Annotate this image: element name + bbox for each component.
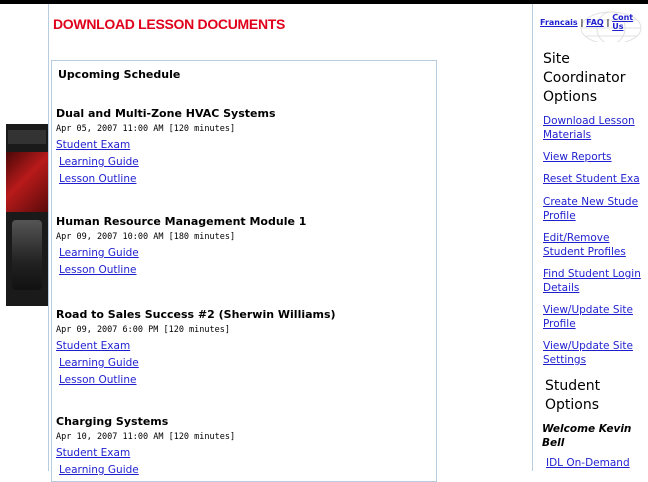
view-reports-link[interactable]: View Reports [543,150,648,164]
contact-us-link[interactable]: Cont Us [612,13,633,31]
right-divider [532,4,533,471]
course-item: Dual and Multi-Zone HVAC Systems Apr 05,… [56,107,436,188]
course-item: Human Resource Management Module 1 Apr 0… [56,215,436,279]
right-sidebar: Francais | FAQ | Cont Us Site Coordinator… [536,4,648,471]
download-lesson-materials-link[interactable]: Download Lesson Materials [543,114,648,142]
faq-link[interactable]: FAQ [586,18,604,27]
francais-link[interactable]: Francais [540,18,578,27]
separator: | [606,18,610,27]
course-title: Dual and Multi-Zone HVAC Systems [56,107,276,120]
view-update-site-settings-link[interactable]: View/Update Site Settings [543,339,648,367]
course-item: Charging Systems Apr 10, 2007 11:00 AM [… [56,415,436,479]
learning-guide-link[interactable]: Learning Guide [56,245,436,262]
course-date: Apr 05, 2007 11:00 AM [120 minutes] [56,124,236,134]
learning-guide-link[interactable]: Learning Guide [56,154,436,171]
utility-links: Francais | FAQ | Cont Us [540,13,633,31]
course-date: Apr 09, 2007 10:00 AM [180 minutes] [56,232,236,242]
course-title: Charging Systems [56,415,169,428]
find-student-login-details-link[interactable]: Find Student Login Details [543,267,648,295]
page-title: DOWNLOAD LESSON DOCUMENTS [53,16,286,32]
view-update-site-profile-link[interactable]: View/Update Site Profile [543,303,648,331]
learning-guide-link[interactable]: Learning Guide [56,355,436,372]
student-exam-link[interactable]: Student Exam [56,137,436,154]
separator: | [580,18,584,27]
course-title: Road to Sales Success #2 (Sherwin Willia… [56,308,336,321]
schedule-panel: Upcoming Schedule Dual and Multi-Zone HV… [51,60,437,482]
course-title: Human Resource Management Module 1 [56,215,307,228]
reset-student-exam-link[interactable]: Reset Student Exa [543,172,648,186]
student-options-heading: Student Options [545,378,601,413]
lesson-outline-link[interactable]: Lesson Outline [56,262,436,279]
schedule-heading: Upcoming Schedule [58,68,181,81]
student-exam-link[interactable]: Student Exam [56,445,436,462]
edit-remove-student-profiles-link[interactable]: Edit/Remove Student Profiles [543,231,648,259]
student-exam-link[interactable]: Student Exam [56,338,436,355]
lesson-outline-link[interactable]: Lesson Outline [56,171,436,188]
lesson-outline-link[interactable]: Lesson Outline [56,372,436,389]
course-item: Road to Sales Success #2 (Sherwin Willia… [56,308,436,389]
welcome-message: Welcome Kevin Bell [542,423,632,449]
create-new-student-profile-link[interactable]: Create New Stude Profile [543,195,648,223]
site-coordinator-heading: Site Coordinator Options [543,51,626,105]
course-date: Apr 10, 2007 11:00 AM [120 minutes] [56,432,236,442]
decorative-vehicle-image [6,124,48,306]
idl-on-demand-link[interactable]: IDL On-Demand [546,456,648,470]
course-date: Apr 09, 2007 6:00 PM [120 minutes] [56,325,230,335]
